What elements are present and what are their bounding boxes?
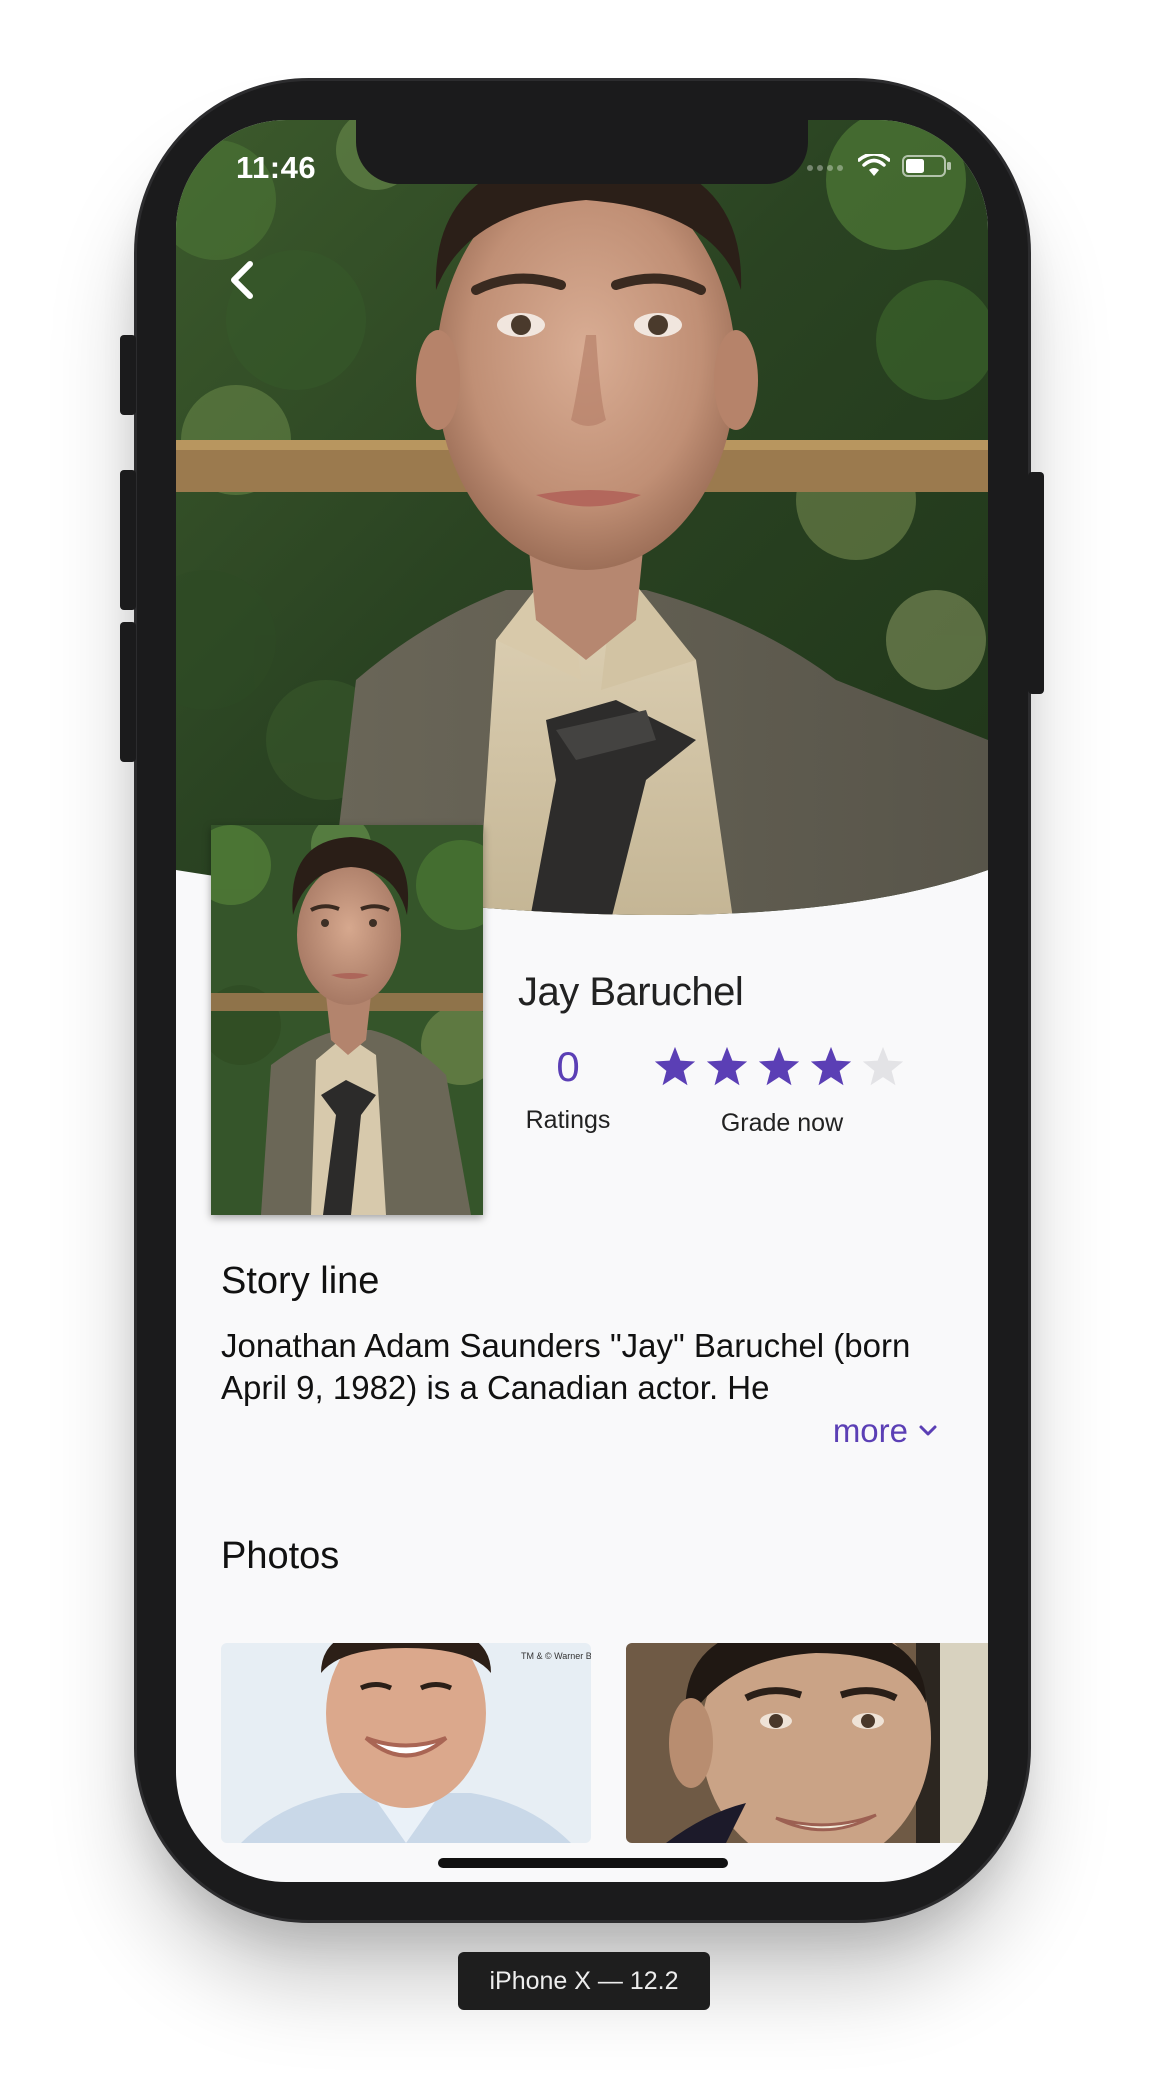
star-icon[interactable] xyxy=(756,1044,802,1095)
volume-down-button xyxy=(120,622,136,762)
star-rating[interactable] xyxy=(652,1044,912,1095)
status-time: 11:46 xyxy=(236,150,317,185)
home-indicator xyxy=(438,1858,728,1868)
grade-widget: Grade now xyxy=(652,1044,912,1138)
profile-photo xyxy=(211,825,483,1215)
simulator-label: iPhone X — 12.2 xyxy=(458,1952,710,2010)
grade-now-label: Grade now xyxy=(720,1109,844,1137)
ratings-summary: 0 Ratings xyxy=(518,1042,618,1135)
silent-switch xyxy=(120,335,136,415)
star-icon[interactable] xyxy=(652,1044,698,1095)
phone-screen: 11:46 Jay Baruchel 0 Ratings Grade now S… xyxy=(176,120,988,1882)
story-line-text: Jonathan Adam Saunders "Jay" Baruchel (b… xyxy=(221,1327,911,1406)
back-chevron-icon xyxy=(231,261,253,299)
photo-thumbnail[interactable]: TM & © Warner Bros. 200 xyxy=(221,1643,591,1843)
photo-watermark: TM & © Warner Bros. 200 xyxy=(521,1651,591,1661)
ratings-count: 0 xyxy=(556,1043,580,1090)
actor-name: Jay Baruchel xyxy=(518,970,744,1014)
battery-icon xyxy=(902,154,952,183)
cellular-signal-icon xyxy=(806,159,846,178)
wifi-icon xyxy=(857,152,891,183)
chevron-down-icon xyxy=(919,1425,937,1436)
hero-image xyxy=(176,120,988,915)
more-label: more xyxy=(832,1412,908,1449)
more-button[interactable]: more xyxy=(833,1412,938,1450)
story-line-title: Story line xyxy=(221,1260,380,1302)
ratings-label: Ratings xyxy=(525,1106,611,1134)
hero-header: 11:46 xyxy=(176,120,988,940)
back-button[interactable] xyxy=(216,250,276,310)
device-notch xyxy=(356,120,808,184)
power-button xyxy=(1028,472,1044,694)
star-icon[interactable] xyxy=(860,1044,906,1095)
volume-up-button xyxy=(120,470,136,610)
status-icons xyxy=(806,152,952,183)
photos-title: Photos xyxy=(221,1535,340,1577)
photo-thumbnail[interactable] xyxy=(626,1643,988,1843)
star-icon[interactable] xyxy=(704,1044,750,1095)
star-icon[interactable] xyxy=(808,1044,854,1095)
